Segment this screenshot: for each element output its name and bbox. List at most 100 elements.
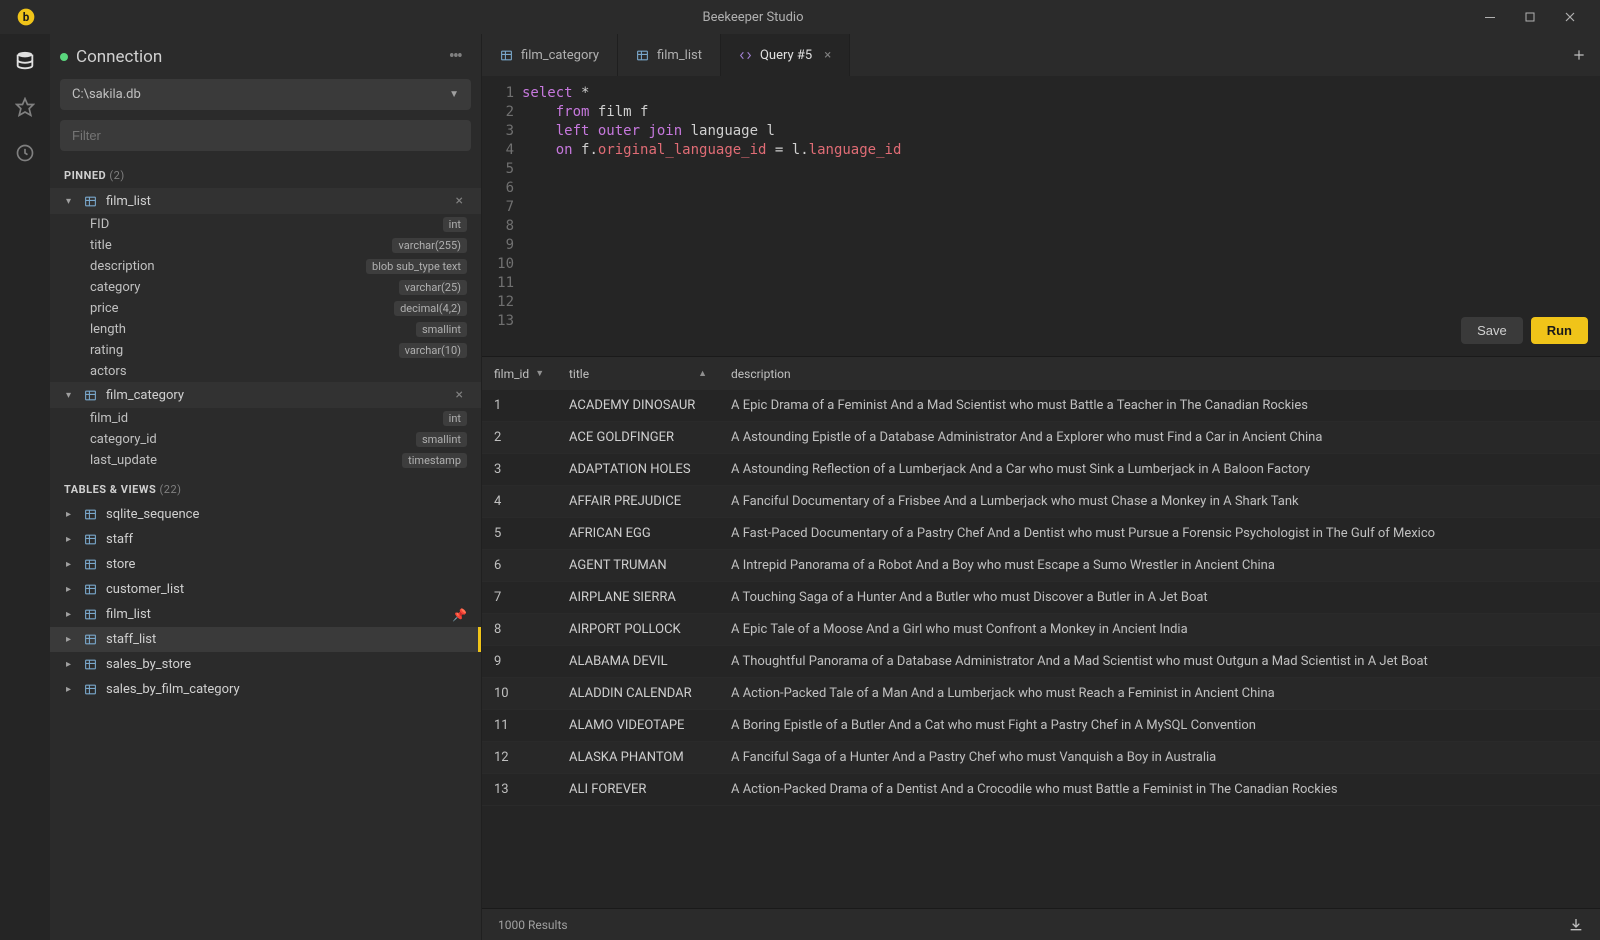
table-row[interactable]: 13ALI FOREVERA Action-Packed Drama of a … [482, 774, 1600, 806]
result-count: 1000 Results [498, 918, 568, 932]
sort-desc-icon: ▼ [535, 368, 544, 379]
table-row[interactable]: 2ACE GOLDFINGERA Astounding Epistle of a… [482, 422, 1600, 454]
database-select[interactable]: C:\sakila.db ▼ [60, 79, 471, 110]
column-row[interactable]: FIDint [50, 214, 481, 235]
editor-code[interactable]: select * from film f left outer join lan… [522, 76, 1600, 356]
unpin-button[interactable]: × [452, 387, 467, 403]
table-icon [84, 658, 98, 671]
column-row[interactable]: titlevarchar(255) [50, 235, 481, 256]
table-icon [84, 558, 98, 571]
table-icon [84, 533, 98, 546]
table-row[interactable]: 11ALAMO VIDEOTAPEA Boring Epistle of a B… [482, 710, 1600, 742]
run-button[interactable]: Run [1531, 317, 1588, 344]
tab-close-button[interactable]: × [824, 48, 831, 63]
iconbar [0, 34, 50, 940]
download-button[interactable] [1568, 917, 1584, 933]
table-icon [84, 195, 98, 208]
tables-header: TABLES & VIEWS (22) [50, 471, 481, 502]
table-icon [84, 583, 98, 596]
table-row[interactable]: 10ALADDIN CALENDARA Action-Packed Tale o… [482, 678, 1600, 710]
star-icon[interactable] [12, 94, 38, 120]
column-row[interactable]: ratingvarchar(10) [50, 340, 481, 361]
query-icon [739, 49, 752, 62]
pinned-table-film_category[interactable]: ▾film_category× [50, 382, 481, 408]
titlebar: b Beekeeper Studio [0, 0, 1600, 34]
table-item-staff[interactable]: ▸staff [50, 527, 481, 552]
results-grid[interactable]: 1ACADEMY DINOSAURA Epic Drama of a Femin… [482, 390, 1600, 908]
column-row[interactable]: actors [50, 361, 481, 382]
chevron-down-icon: ▾ [66, 196, 78, 207]
chevron-right-icon: ▸ [66, 509, 78, 520]
svg-text:b: b [23, 10, 30, 24]
column-row[interactable]: last_updatetimestamp [50, 450, 481, 471]
table-item-sqlite_sequence[interactable]: ▸sqlite_sequence [50, 502, 481, 527]
column-row[interactable]: categoryvarchar(25) [50, 277, 481, 298]
table-row[interactable]: 9ALABAMA DEVILA Thoughtful Panorama of a… [482, 646, 1600, 678]
connection-status-dot [60, 53, 68, 61]
new-tab-button[interactable] [1558, 34, 1600, 76]
table-item-film_list[interactable]: ▸film_list📌 [50, 602, 481, 627]
column-row[interactable]: descriptionblob sub_type text [50, 256, 481, 277]
table-icon [84, 683, 98, 696]
minimize-button[interactable] [1470, 2, 1510, 32]
column-row[interactable]: category_idsmallint [50, 429, 481, 450]
statusbar: 1000 Results [482, 908, 1600, 940]
tab-film_category[interactable]: film_category [482, 34, 618, 76]
column-header-title[interactable]: title▲ [557, 367, 719, 381]
table-row[interactable]: 6AGENT TRUMANA Intrepid Panorama of a Ro… [482, 550, 1600, 582]
pinned-table-film_list[interactable]: ▾film_list× [50, 188, 481, 214]
column-header-description[interactable]: description [719, 367, 1600, 381]
sql-editor[interactable]: 12345678910111213 select * from film f l… [482, 76, 1600, 356]
main-panel: film_categoryfilm_listQuery #5× 12345678… [482, 34, 1600, 940]
database-path: C:\sakila.db [72, 87, 449, 102]
table-icon [636, 49, 649, 62]
table-item-sales_by_store[interactable]: ▸sales_by_store [50, 652, 481, 677]
column-row[interactable]: film_idint [50, 408, 481, 429]
table-item-customer_list[interactable]: ▸customer_list [50, 577, 481, 602]
table-row[interactable]: 12ALASKA PHANTOMA Fanciful Saga of a Hun… [482, 742, 1600, 774]
column-row[interactable]: lengthsmallint [50, 319, 481, 340]
table-row[interactable]: 5AFRICAN EGGA Fast-Paced Documentary of … [482, 518, 1600, 550]
chevron-down-icon: ▾ [66, 390, 78, 401]
history-icon[interactable] [12, 140, 38, 166]
chevron-right-icon: ▸ [66, 534, 78, 545]
app-logo-icon: b [16, 7, 36, 27]
table-item-staff_list[interactable]: ▸staff_list [50, 627, 481, 652]
save-button[interactable]: Save [1461, 317, 1523, 344]
sort-asc-icon: ▲ [698, 368, 707, 379]
table-row[interactable]: 7AIRPLANE SIERRAA Touching Saga of a Hun… [482, 582, 1600, 614]
column-row[interactable]: pricedecimal(4,2) [50, 298, 481, 319]
pinned-header: PINNED (2) [50, 157, 481, 188]
tab-query-#5[interactable]: Query #5× [721, 34, 850, 76]
table-row[interactable]: 4AFFAIR PREJUDICEA Fanciful Documentary … [482, 486, 1600, 518]
column-header-film-id[interactable]: film_id▼ [482, 367, 557, 381]
table-row[interactable]: 1ACADEMY DINOSAURA Epic Drama of a Femin… [482, 390, 1600, 422]
results-header: film_id▼ title▲ description [482, 356, 1600, 390]
table-icon [84, 608, 98, 621]
pin-icon: 📌 [452, 608, 467, 622]
connection-menu-button[interactable]: ••• [445, 46, 465, 67]
database-icon[interactable] [12, 48, 38, 74]
close-button[interactable] [1550, 2, 1590, 32]
chevron-down-icon: ▼ [449, 89, 459, 100]
table-icon [84, 633, 98, 646]
maximize-button[interactable] [1510, 2, 1550, 32]
chevron-right-icon: ▸ [66, 584, 78, 595]
chevron-right-icon: ▸ [66, 684, 78, 695]
filter-input[interactable] [60, 120, 471, 151]
connection-label: Connection [76, 47, 445, 67]
sidebar: Connection ••• C:\sakila.db ▼ PINNED (2)… [50, 34, 482, 940]
chevron-right-icon: ▸ [66, 634, 78, 645]
app-title: Beekeeper Studio [36, 10, 1470, 25]
table-item-sales_by_film_category[interactable]: ▸sales_by_film_category [50, 677, 481, 702]
table-item-store[interactable]: ▸store [50, 552, 481, 577]
editor-gutter: 12345678910111213 [482, 76, 522, 356]
table-icon [84, 508, 98, 521]
tab-bar: film_categoryfilm_listQuery #5× [482, 34, 1600, 76]
table-icon [84, 389, 98, 402]
table-row[interactable]: 8AIRPORT POLLOCKA Epic Tale of a Moose A… [482, 614, 1600, 646]
unpin-button[interactable]: × [452, 193, 467, 209]
chevron-right-icon: ▸ [66, 659, 78, 670]
table-row[interactable]: 3ADAPTATION HOLESA Astounding Reflection… [482, 454, 1600, 486]
tab-film_list[interactable]: film_list [618, 34, 721, 76]
